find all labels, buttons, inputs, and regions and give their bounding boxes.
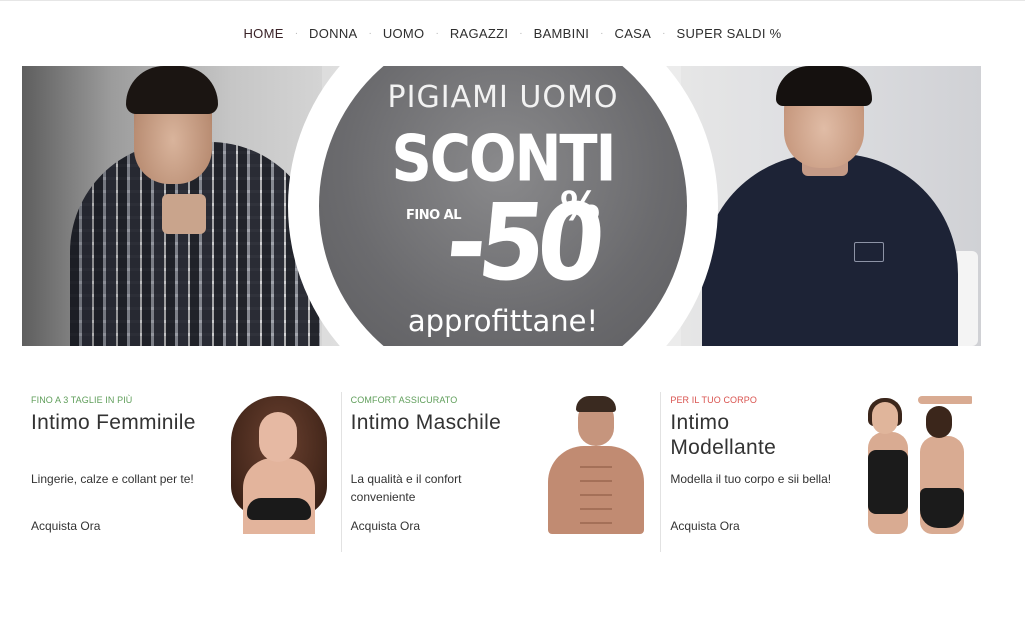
card-tag: FINO A 3 TAGLIE IN PIÙ bbox=[31, 395, 133, 405]
model-body bbox=[242, 458, 315, 534]
model-robe-neck bbox=[162, 194, 206, 234]
model-back-arms bbox=[918, 396, 973, 404]
model-abs bbox=[580, 464, 613, 524]
model-front-corset bbox=[868, 450, 909, 514]
promo-headline: PIGIAMI UOMO bbox=[387, 80, 619, 115]
category-card-maschile[interactable]: COMFORT ASSICURATO Intimo Maschile La qu… bbox=[340, 392, 661, 552]
nav-separator: · bbox=[368, 27, 372, 39]
nav-separator: · bbox=[519, 27, 523, 39]
nav-separator: · bbox=[600, 27, 604, 39]
nav-casa[interactable]: CASA bbox=[615, 26, 652, 41]
model-pajama-hair bbox=[776, 66, 872, 106]
model-back-shorts bbox=[920, 488, 965, 528]
card-tag: PER IL TUO CORPO bbox=[670, 395, 757, 405]
model-front-head bbox=[872, 402, 899, 434]
shop-now-link[interactable]: Acquista Ora bbox=[351, 519, 420, 533]
nav-super-saldi[interactable]: SUPER SALDI % bbox=[676, 26, 781, 41]
pajama-logo-patch bbox=[854, 242, 884, 262]
card-description: La qualità e il confort conveniente bbox=[350, 472, 462, 504]
card-title[interactable]: Intimo Modellante bbox=[670, 410, 840, 460]
nav-separator: · bbox=[435, 27, 439, 39]
shapewear-models-image[interactable] bbox=[860, 392, 973, 534]
nav-ragazzi[interactable]: RAGAZZI bbox=[450, 26, 508, 41]
model-hair bbox=[576, 396, 617, 412]
nav-separator: · bbox=[662, 27, 666, 39]
lingerie-model-image[interactable] bbox=[221, 392, 333, 534]
model-bra bbox=[246, 498, 311, 520]
male-model-image[interactable] bbox=[540, 392, 652, 534]
category-cards: FINO A 3 TAGLIE IN PIÙ Intimo Femminile … bbox=[22, 392, 980, 552]
main-nav: HOME · DONNA · UOMO · RAGAZZI · BAMBINI · CAS… bbox=[0, 22, 1025, 44]
shop-now-link[interactable]: Acquista Ora bbox=[31, 519, 100, 533]
nav-separator: · bbox=[294, 27, 299, 39]
promo-percent-sign: % bbox=[560, 184, 601, 230]
nav-donna[interactable]: DONNA bbox=[309, 26, 357, 41]
card-title[interactable]: Intimo Maschile bbox=[351, 410, 521, 435]
category-card-femminile[interactable]: FINO A 3 TAGLIE IN PIÙ Intimo Femminile … bbox=[22, 392, 341, 552]
model-back-hair bbox=[926, 406, 953, 438]
shop-now-link[interactable]: Acquista Ora bbox=[670, 519, 739, 533]
top-divider bbox=[0, 0, 1025, 1]
card-description: Lingerie, calze e collant per te! bbox=[31, 472, 194, 486]
nav-bambini[interactable]: BAMBINI bbox=[534, 26, 590, 41]
promo-cta[interactable]: approfittane! bbox=[319, 304, 687, 338]
model-face bbox=[258, 412, 297, 462]
card-description: Modella il tuo corpo e sii bella! bbox=[670, 472, 832, 486]
nav-home[interactable]: HOME bbox=[243, 26, 283, 41]
card-title[interactable]: Intimo Femminile bbox=[31, 410, 201, 435]
card-tag: COMFORT ASSICURATO bbox=[350, 395, 458, 405]
nav-uomo[interactable]: UOMO bbox=[383, 26, 425, 41]
hero-banner[interactable]: PIGIAMI UOMO SCONTI FINO AL -50 % approf… bbox=[22, 66, 981, 346]
category-card-modellante[interactable]: PER IL TUO CORPO Intimo Modellante Model… bbox=[660, 392, 980, 552]
